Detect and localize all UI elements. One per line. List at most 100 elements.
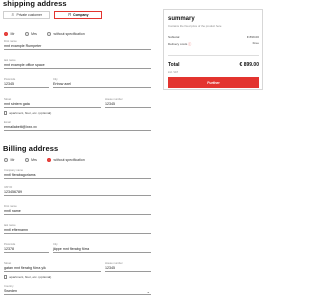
shipping-street-field[interactable]: Street mnt sintern gata [4, 98, 101, 108]
field-value: gatan mnt flerabg förra yik [4, 266, 46, 271]
field-value: mntl flerabagoriams [4, 173, 36, 178]
option-label: Mrs [31, 158, 37, 162]
field-label: House number [105, 262, 123, 265]
subtotal-value: € 899.00 [246, 35, 259, 39]
radio-icon [24, 158, 29, 162]
field-label: First name [4, 205, 17, 208]
billing-salutation-none[interactable]: without specification [46, 158, 85, 162]
delivery-label-text: Delivery costs [168, 42, 188, 46]
field-value: mnt example office space [4, 63, 45, 68]
total-value: € 899.00 [239, 62, 259, 68]
field-label: City [53, 78, 58, 81]
info-icon[interactable]: ⓘ [188, 42, 191, 46]
option-label: Mr [10, 32, 15, 36]
field-label: First name [4, 40, 17, 43]
billing-title: Billing address [3, 144, 59, 153]
billing-house-number-field[interactable]: House number 12345 [105, 262, 151, 272]
checkbox-icon [4, 111, 8, 115]
field-label: House number [105, 98, 123, 101]
radio-icon [4, 158, 8, 162]
field-value: 12345 [4, 82, 14, 87]
total-row: Total € 899.00 [168, 62, 259, 68]
radio-icon [46, 32, 51, 36]
person-icon [11, 12, 15, 18]
summary-subtitle: Contains the fixed price of the product … [168, 24, 222, 28]
billing-salutation-mr[interactable]: Mr [4, 158, 15, 162]
shipping-postcode-field[interactable]: Postcode 12345 [4, 78, 49, 88]
billing-vat-field[interactable]: VAT ID 123456789 [4, 186, 151, 196]
field-label: last name [4, 224, 16, 227]
shipping-apartment-checkbox[interactable]: apartment, floor, etc. (optional) [4, 111, 51, 115]
option-label: Mr [10, 158, 15, 162]
shipping-email-field[interactable]: Email ermailabeiti@ixxx.xx [4, 121, 151, 131]
field-value: mnt sintern gata [4, 102, 30, 107]
billing-salutation-mrs[interactable]: Mrs [24, 158, 37, 162]
checkout-page: shipping address Private customer Compan… [0, 0, 271, 300]
field-value: Sweden [4, 289, 17, 294]
subtotal-row: Subtotal € 899.00 [168, 35, 259, 39]
field-label: Email [4, 121, 11, 124]
customer-type-company[interactable]: Company [54, 11, 102, 19]
field-value: mntl efternamn [4, 228, 28, 233]
field-value: 12345 [105, 102, 115, 107]
field-value: ermailabeiti@ixxx.xx [4, 125, 37, 130]
field-label: City [53, 243, 58, 246]
shipping-salutation-mrs[interactable]: Mrs [24, 32, 37, 36]
building-icon [68, 12, 72, 18]
shipping-house-number-field[interactable]: House number 12345 [105, 98, 151, 108]
order-summary: summary Contains the fixed price of the … [163, 9, 263, 90]
field-label: last name [4, 59, 16, 62]
radio-icon [46, 158, 51, 162]
shipping-salutation-group: Mr Mrs without specification [4, 32, 95, 36]
field-label: Company name [4, 169, 23, 172]
field-label: VAT ID [4, 186, 13, 189]
total-note: incl. VAT [168, 71, 178, 74]
field-value: mntl name [4, 209, 21, 214]
shipping-salutation-mr[interactable]: Mr [4, 32, 15, 36]
billing-first-name-field[interactable]: First name mntl name [4, 205, 151, 215]
option-label: without specification [53, 32, 85, 36]
customer-type-company-label: Company [73, 13, 89, 17]
billing-street-field[interactable]: Street gatan mnt flerabg förra yik [4, 262, 101, 272]
shipping-title: shipping address [3, 0, 67, 8]
option-label: Mrs [31, 32, 37, 36]
delivery-row: Delivery costs ⓘ Free [168, 41, 259, 46]
billing-city-field[interactable]: City jäppe mnt flerabg förra [53, 243, 151, 253]
checkbox-icon [4, 275, 8, 279]
shipping-salutation-none[interactable]: without specification [46, 32, 85, 36]
delivery-label: Delivery costs ⓘ [168, 41, 191, 46]
shipping-last-name-field[interactable]: last name mnt example office space [4, 59, 151, 69]
subtotal-label: Subtotal [168, 35, 180, 39]
field-label: Postcode [4, 78, 16, 81]
field-label: Country [4, 285, 14, 288]
field-value: 12345 [105, 266, 115, 271]
checkbox-label: apartment, floor, etc. (optional) [9, 275, 52, 279]
billing-last-name-field[interactable]: last name mntl efternamn [4, 224, 151, 234]
field-value: jäppe mnt flerabg förra [53, 247, 90, 252]
billing-salutation-group: Mr Mrs without specification [4, 158, 95, 162]
field-label: Postcode [4, 243, 16, 246]
radio-icon [4, 32, 8, 36]
total-label: Total [168, 62, 180, 68]
field-label: Street [4, 262, 12, 265]
billing-company-field[interactable]: Company name mntl flerabagoriams [4, 169, 151, 179]
delivery-value: Free [252, 41, 259, 45]
billing-apartment-checkbox[interactable]: apartment, floor, etc. (optional) [4, 275, 51, 279]
field-value: mnt example Rumpeter [4, 44, 42, 49]
summary-divider [168, 55, 259, 56]
shipping-first-name-field[interactable]: First name mnt example Rumpeter [4, 40, 151, 50]
checkbox-label: apartment, floor, etc. (optional) [9, 111, 52, 115]
field-value: 123456789 [4, 190, 22, 195]
billing-postcode-field[interactable]: Postcode 12378 [4, 243, 49, 253]
field-value: Ertrow axel [53, 82, 71, 87]
customer-type-private-label: Private customer [16, 13, 42, 17]
field-label: Street [4, 98, 12, 101]
summary-title: summary [168, 16, 195, 22]
field-value: 12378 [4, 247, 14, 252]
customer-type-private[interactable]: Private customer [3, 11, 50, 19]
continue-button[interactable]: Further [168, 77, 259, 88]
billing-country-select[interactable]: Country Sweden ⌄ [4, 285, 151, 295]
chevron-down-icon: ⌄ [146, 288, 150, 294]
radio-icon [24, 32, 29, 36]
shipping-city-field[interactable]: City Ertrow axel [53, 78, 151, 88]
